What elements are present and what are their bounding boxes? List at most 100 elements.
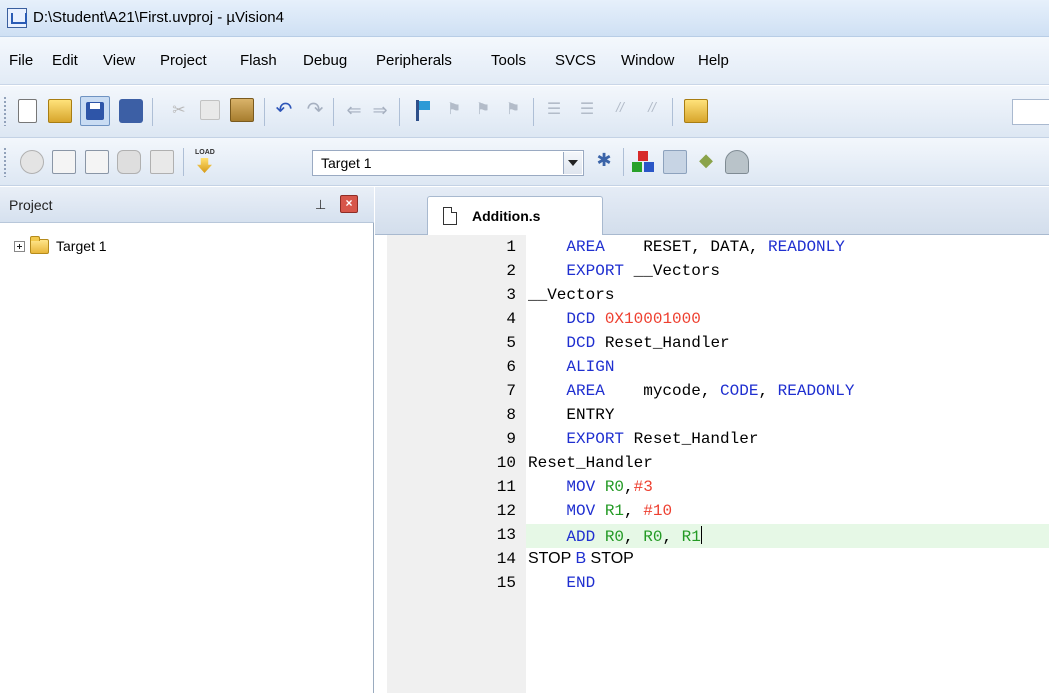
new-file-icon[interactable] — [18, 99, 37, 123]
code-line[interactable]: 1 AREA RESET, DATA, READONLY — [375, 237, 1049, 260]
line-number: 5 — [506, 334, 516, 352]
components-icon[interactable] — [631, 150, 655, 174]
code-line[interactable]: 2 EXPORT __Vectors — [375, 261, 1049, 284]
build-icon[interactable] — [52, 150, 76, 174]
code-line[interactable]: 3 __Vectors — [375, 285, 1049, 308]
tree-item-target-1[interactable]: Target 1 — [14, 235, 107, 257]
code-line[interactable]: 15 END — [375, 573, 1049, 596]
menu-file[interactable]: File — [9, 52, 33, 69]
code-token: STOP — [586, 550, 634, 567]
download-icon[interactable]: LOAD — [191, 148, 219, 176]
code-line[interactable]: 4 DCD 0X10001000 — [375, 309, 1049, 332]
file-icon — [443, 207, 457, 225]
menu-view[interactable]: View — [103, 52, 135, 69]
next-bookmark-icon[interactable]: ⚑ — [471, 99, 495, 123]
toolbar-grip[interactable] — [3, 147, 7, 177]
rebuild-icon[interactable] — [85, 150, 109, 174]
code-token-kw: EXPORT — [566, 430, 625, 448]
insert-bookmark-icon[interactable] — [410, 98, 434, 122]
line-number: 4 — [506, 310, 516, 328]
code-line[interactable]: 7 AREA mycode, CODE, READONLY — [375, 381, 1049, 404]
navigate-back-icon[interactable]: ⇐ — [342, 99, 366, 123]
line-number: 8 — [506, 406, 516, 424]
pin-icon[interactable]: ⊥ — [315, 197, 326, 213]
tab-addition-s[interactable]: Addition.s — [427, 196, 603, 236]
expand-plus-icon[interactable] — [14, 240, 25, 252]
save-icon[interactable] — [80, 96, 110, 126]
undo-icon[interactable]: ↶ — [272, 99, 296, 123]
clear-bookmarks-icon[interactable]: ⚑ — [501, 99, 525, 123]
code-token: , — [624, 478, 634, 496]
select-packs-icon[interactable]: ◆ — [694, 150, 718, 174]
code-line-text: EXPORT __Vectors — [528, 262, 720, 280]
indent-icon[interactable]: ☰ — [542, 99, 566, 123]
code-token-kw: READONLY — [777, 382, 855, 400]
menu-help[interactable]: Help — [698, 52, 729, 69]
uvision-app-icon[interactable] — [7, 8, 27, 28]
comment-icon[interactable]: // — [608, 99, 632, 123]
cut-icon[interactable]: ✂ — [167, 100, 191, 124]
code-line[interactable]: 5 DCD Reset_Handler — [375, 333, 1049, 356]
menu-edit[interactable]: Edit — [52, 52, 78, 69]
menu-window[interactable]: Window — [621, 52, 674, 69]
project-pane: Project ⊥ × Target 1 — [0, 187, 374, 693]
previous-bookmark-icon[interactable]: ⚑ — [442, 99, 466, 123]
code-token: Reset_Handler — [595, 334, 730, 352]
close-pane-button[interactable]: × — [340, 195, 358, 213]
chevron-down-icon[interactable] — [563, 152, 582, 174]
code-line[interactable]: 13 ADD R0, R0, R1 — [375, 525, 1049, 548]
navigate-forward-icon[interactable]: ⇒ — [368, 99, 392, 123]
manage-books-icon[interactable] — [663, 150, 687, 174]
menu-flash[interactable]: Flash — [240, 52, 277, 69]
code-token: STOP — [528, 550, 576, 567]
code-line[interactable]: 10 Reset_Handler — [375, 453, 1049, 476]
batch-build-icon[interactable] — [117, 150, 141, 174]
code-line[interactable]: 8 ENTRY — [375, 405, 1049, 428]
menu-peripherals[interactable]: Peripherals — [376, 52, 452, 69]
code-line-text: ALIGN — [528, 358, 614, 376]
save-all-icon[interactable] — [119, 99, 143, 123]
menu-tools[interactable]: Tools — [491, 52, 526, 69]
open-folder-icon[interactable] — [48, 99, 72, 123]
menu-debug[interactable]: Debug — [303, 52, 347, 69]
uncomment-icon[interactable]: // — [640, 99, 664, 123]
environment-icon[interactable] — [725, 150, 749, 174]
find-input[interactable] — [1012, 99, 1049, 125]
code-line[interactable]: 6 ALIGN — [375, 357, 1049, 380]
target-select-value: Target 1 — [321, 155, 372, 171]
code-line[interactable]: 9 EXPORT Reset_Handler — [375, 429, 1049, 452]
menu-svcs[interactable]: SVCS — [555, 52, 596, 69]
target-select[interactable]: Target 1 — [312, 150, 584, 176]
code-token: , — [624, 502, 644, 520]
file-toolbar: ✂ ↶ ↷ ⇐ ⇒ ⚑ ⚑ ⚑ ☰ ☰ // // — [0, 86, 1049, 138]
toolbar-grip[interactable] — [3, 96, 7, 126]
code-line[interactable]: 11 MOV R0,#3 — [375, 477, 1049, 500]
translate-icon[interactable] — [20, 150, 44, 174]
code-line-text: ADD R0, R0, R1 — [528, 526, 702, 546]
stop-build-icon[interactable] — [150, 150, 174, 174]
toolbar-separator — [672, 98, 673, 126]
code-token: mycode, — [604, 382, 721, 400]
code-token-kw: EXPORT — [566, 262, 625, 280]
editor-tab-strip: Addition.s — [375, 187, 1049, 236]
build-toolbar: LOAD Target 1 ✱ ◆ — [0, 138, 1049, 186]
tree-item-label: Target 1 — [56, 238, 107, 254]
menu-project[interactable]: Project — [160, 52, 207, 69]
code-token-reg: R0 — [604, 478, 625, 496]
title-bar: D:\Student\A21\First.uvproj - µVision4 — [0, 0, 1049, 37]
paste-icon[interactable] — [230, 98, 254, 122]
code-line[interactable]: 14 STOP B STOP — [375, 549, 1049, 572]
unindent-icon[interactable]: ☰ — [575, 99, 599, 123]
find-in-files-icon[interactable] — [684, 99, 708, 123]
code-token-kw: CODE — [720, 382, 759, 400]
target-options-icon[interactable]: ✱ — [592, 150, 616, 174]
copy-icon[interactable] — [200, 100, 220, 120]
code-line[interactable]: 12 MOV R1, #10 — [375, 501, 1049, 524]
redo-icon[interactable]: ↷ — [303, 99, 327, 123]
code-line-text: STOP B STOP — [528, 550, 634, 568]
